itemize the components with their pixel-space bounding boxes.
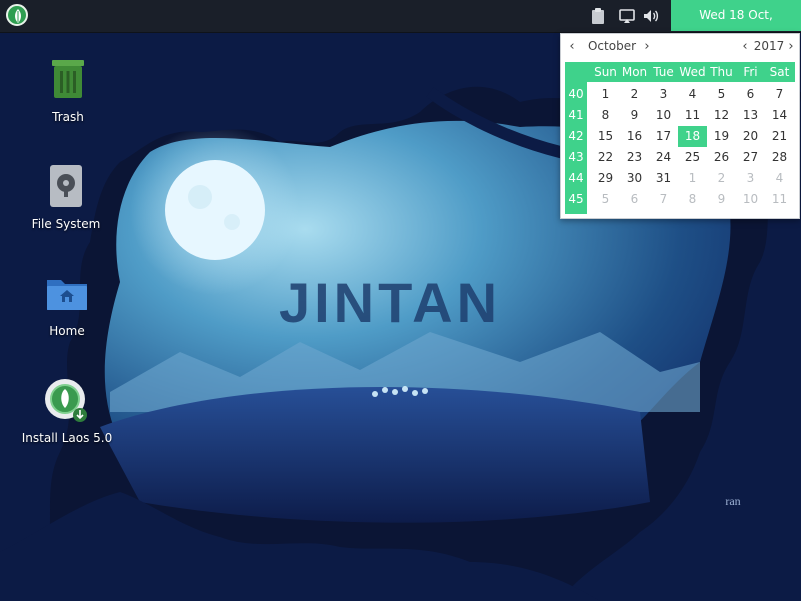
drive-icon xyxy=(42,163,90,211)
day-name-wed: Wed xyxy=(679,65,706,79)
calendar-day[interactable]: 3 xyxy=(649,84,678,105)
day-name-sat: Sat xyxy=(769,65,790,79)
calendar-day[interactable]: 24 xyxy=(649,147,678,168)
calendar-day[interactable]: 2 xyxy=(707,168,736,189)
calendar-day[interactable]: 14 xyxy=(765,105,794,126)
calendar-day[interactable]: 11 xyxy=(678,105,707,126)
display-icon[interactable] xyxy=(618,7,636,25)
calendar-day[interactable]: 19 xyxy=(707,126,736,147)
desktop-icon-home[interactable]: Home xyxy=(17,270,117,338)
calendar-day[interactable]: 22 xyxy=(591,147,620,168)
desktop-icon-label: Home xyxy=(49,324,85,338)
day-name-sun: Sun xyxy=(594,65,617,79)
calendar-day[interactable]: 3 xyxy=(736,168,765,189)
calendar-day[interactable]: 10 xyxy=(649,105,678,126)
clipboard-icon[interactable] xyxy=(589,7,607,25)
day-name-thu: Thu xyxy=(710,65,733,79)
trash-icon xyxy=(44,56,92,104)
calendar-day[interactable]: 8 xyxy=(591,105,620,126)
calendar-day[interactable]: 11 xyxy=(765,189,794,210)
wallpaper-title: JINTAN xyxy=(279,271,501,334)
prev-month-button[interactable]: ‹ xyxy=(564,38,580,56)
calendar-day[interactable]: 6 xyxy=(736,84,765,105)
calendar-navigation: ‹ October › ‹ 2017 › xyxy=(561,34,799,60)
calendar-day[interactable]: 20 xyxy=(736,126,765,147)
calendar-day[interactable]: 28 xyxy=(765,147,794,168)
calendar-day[interactable]: 4 xyxy=(678,84,707,105)
calendar-day[interactable]: 1 xyxy=(591,84,620,105)
desktop-icon-install-laos[interactable]: Install Laos 5.0 xyxy=(17,377,117,445)
calendar-day[interactable]: 10 xyxy=(736,189,765,210)
home-folder-icon xyxy=(43,270,91,318)
week-number: 42 xyxy=(568,129,584,143)
calendar-day[interactable]: 9 xyxy=(620,105,649,126)
calendar-day[interactable]: 25 xyxy=(678,147,707,168)
month-label: October xyxy=(587,39,637,53)
panel-clock[interactable]: Wed 18 Oct, 04:44:07 xyxy=(671,0,801,53)
calendar-day[interactable]: 27 xyxy=(736,147,765,168)
next-month-button[interactable]: › xyxy=(639,38,655,56)
day-name-row: Sun Mon Tue Wed Thu Fri Sat xyxy=(587,62,795,82)
calendar-day[interactable]: 8 xyxy=(678,189,707,210)
next-year-button[interactable]: › xyxy=(783,38,799,56)
week-number: 44 xyxy=(568,171,584,185)
calendar-day[interactable]: 2 xyxy=(620,84,649,105)
calendar-day[interactable]: 30 xyxy=(620,168,649,189)
day-name-mon: Mon xyxy=(621,65,648,79)
calendar-grid: 40 41 42 43 44 45 Sun Mon Tue Wed Thu Fri Sat 12345… xyxy=(565,62,795,214)
day-name-tue: Tue xyxy=(653,65,674,79)
calendar-day[interactable]: 5 xyxy=(591,189,620,210)
top-panel: Wed 18 Oct, 04:44:07 xyxy=(0,0,801,53)
calendar-day[interactable]: 29 xyxy=(591,168,620,189)
day-name-fri: Fri xyxy=(743,65,758,79)
calendar-day[interactable]: 15 xyxy=(591,126,620,147)
desktop-icon-file-system[interactable]: File System xyxy=(16,163,116,231)
calendar-day[interactable]: 1 xyxy=(678,168,707,189)
installer-icon xyxy=(43,377,91,425)
week-number: 45 xyxy=(568,192,584,206)
calendar-day[interactable]: 23 xyxy=(620,147,649,168)
calendar-popup: ‹ October › ‹ 2017 › 40 41 42 43 44 45 Sun Mon… xyxy=(560,33,800,219)
desktop-icon-label: File System xyxy=(31,217,101,231)
calendar-day[interactable]: 6 xyxy=(620,189,649,210)
calendar-day[interactable]: 5 xyxy=(707,84,736,105)
volume-icon[interactable] xyxy=(642,7,660,25)
calendar-day[interactable]: 13 xyxy=(736,105,765,126)
calendar-day[interactable]: 26 xyxy=(707,147,736,168)
week-number-column: 40 41 42 43 44 45 xyxy=(565,62,587,214)
year-label: 2017 xyxy=(753,39,785,53)
wallpaper-signature: ran xyxy=(725,494,740,508)
calendar-day[interactable]: 12 xyxy=(707,105,736,126)
calendar-day[interactable]: 17 xyxy=(649,126,678,147)
calendar-day[interactable]: 4 xyxy=(765,168,794,189)
week-number: 41 xyxy=(568,108,584,122)
week-number: 40 xyxy=(568,87,584,101)
week-number: 43 xyxy=(568,150,584,164)
desktop-icon-label: Install Laos 5.0 xyxy=(21,431,113,445)
desktop-icon-trash[interactable]: Trash xyxy=(18,56,118,124)
desktop-icon-label: Trash xyxy=(52,110,84,124)
calendar-day[interactable]: 7 xyxy=(649,189,678,210)
calendar-day[interactable]: 7 xyxy=(765,84,794,105)
calendar-day[interactable]: 31 xyxy=(649,168,678,189)
calendar-day[interactable]: 16 xyxy=(620,126,649,147)
calendar-day[interactable]: 9 xyxy=(707,189,736,210)
calendar-day-today[interactable]: 18 xyxy=(678,126,707,147)
application-menu-button[interactable] xyxy=(4,2,32,30)
calendar-day[interactable]: 21 xyxy=(765,126,794,147)
